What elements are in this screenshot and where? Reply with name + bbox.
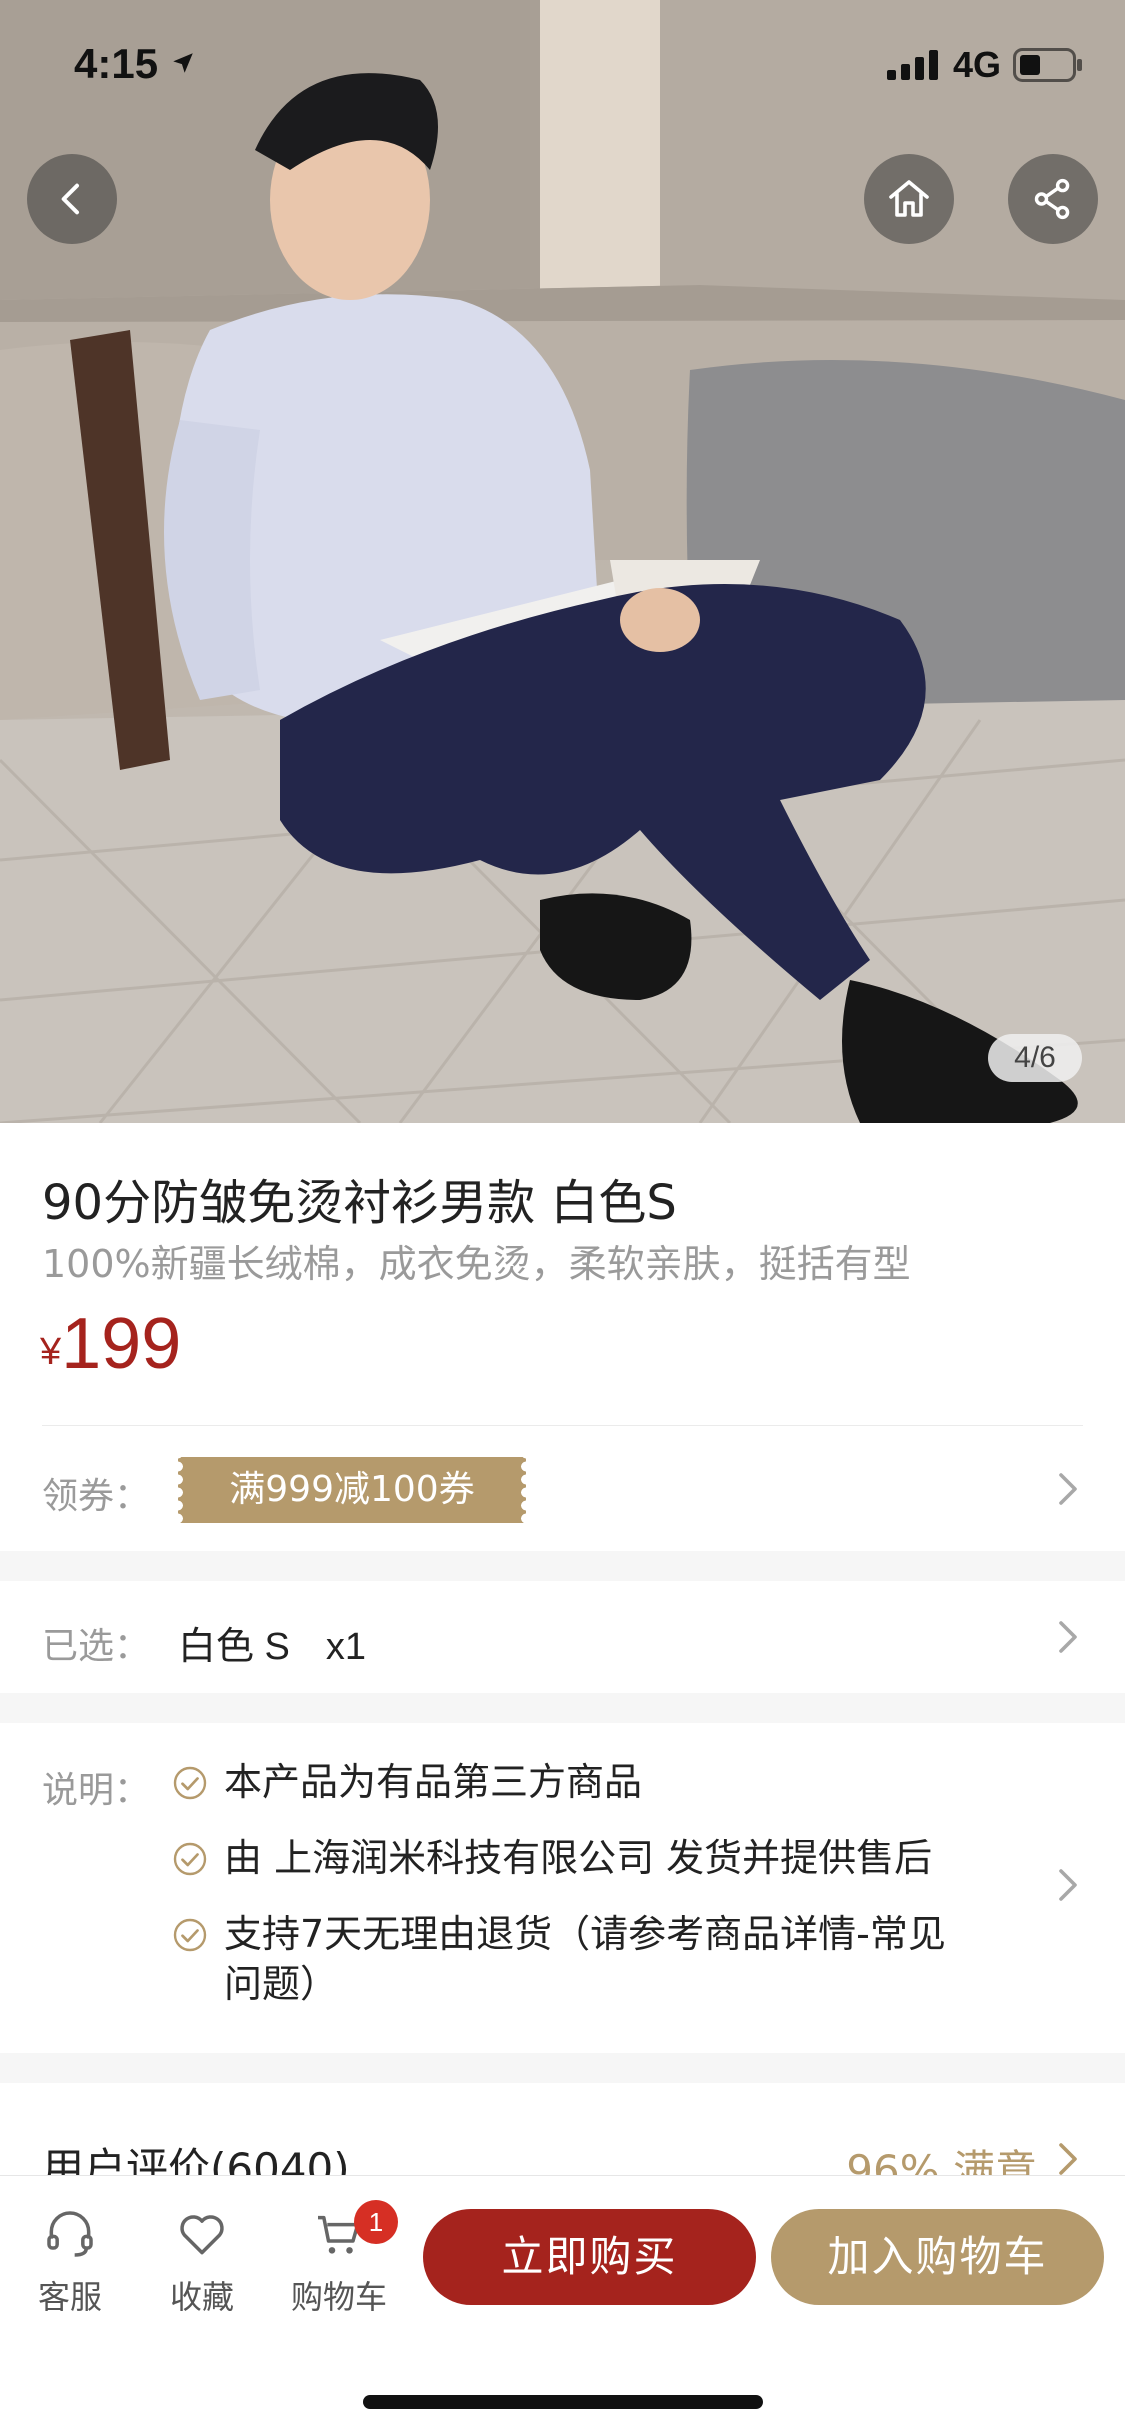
selected-quantity: x1 [325, 1626, 367, 1668]
description-row[interactable]: 说明： 本产品为有品第三方商品 由 上海润米科技有限公司 发货并提供售后 支持7… [0, 1723, 1125, 2053]
chevron-right-icon [1059, 1869, 1077, 1901]
signal-icon [886, 50, 938, 80]
home-button[interactable] [864, 154, 954, 244]
product-info: 90分防皱免烫衬衫男款 白色S 100%新疆长绒棉，成衣免烫，柔软亲肤，挺括有型… [0, 1123, 1125, 1551]
product-title: 90分防皱免烫衬衫男款 白色S [42, 1175, 677, 1231]
chevron-right-icon [1059, 1621, 1077, 1653]
home-indicator[interactable] [363, 2395, 763, 2409]
customer-service-button[interactable]: 客服 [15, 2206, 125, 2318]
cart-label: 购物车 [290, 2278, 387, 2316]
check-circle-icon [173, 1842, 207, 1876]
headset-icon [47, 2211, 93, 2257]
coupon-row[interactable]: 领券： 满999减100券 [0, 1425, 1125, 1551]
location-arrow-icon [172, 53, 193, 73]
back-chevron-icon [61, 183, 79, 215]
share-icon [1034, 178, 1070, 220]
section-separator [0, 1551, 1125, 1581]
product-photo [0, 0, 1125, 1123]
network-type: 4G [952, 44, 1001, 85]
price-currency: ¥ [40, 1331, 62, 1373]
service-label: 客服 [37, 2278, 102, 2316]
section-separator [0, 1693, 1125, 1723]
description-text: 由 上海润米科技有限公司 发货并提供售后 [224, 1836, 933, 1880]
description-item: 本产品为有品第三方商品 [172, 1757, 1012, 1807]
status-bar: 4:15 4G [0, 0, 1125, 140]
coupon-label: 领券： [42, 1476, 151, 1517]
description-item: 由 上海润米科技有限公司 发货并提供售后 [172, 1833, 1012, 1883]
battery-icon [1013, 48, 1082, 82]
status-time: 4:15 [74, 40, 196, 88]
product-detail-page: 4:15 4G 4/6 90分防皱免烫衬衫男款 白色S 100%新疆长绒棉，成衣… [0, 0, 1125, 2436]
description-text: 本产品为有品第三方商品 [224, 1760, 643, 1804]
check-circle-icon [173, 1918, 207, 1952]
status-indicators: 4G [886, 44, 1083, 86]
description-label: 说明： [42, 1770, 151, 1811]
chevron-right-icon [1059, 1473, 1077, 1505]
selected-spec-row[interactable]: 已选： 白色 S x1 [0, 1581, 1125, 1693]
heart-icon [180, 2215, 224, 2255]
product-price: ¥199 [40, 1303, 181, 1385]
check-circle-icon [173, 1766, 207, 1800]
description-item: 支持7天无理由退货（请参考商品详情-常见问题） [172, 1909, 952, 2009]
favorite-button[interactable]: 收藏 [147, 2206, 257, 2318]
product-subtitle: 100%新疆长绒棉，成衣免烫，柔软亲肤，挺括有型 [42, 1242, 911, 1286]
description-text: 支持7天无理由退货（请参考商品详情-常见问题） [224, 1912, 946, 2006]
buy-now-button[interactable]: 立即购买 [423, 2209, 756, 2305]
chevron-right-icon [1059, 2143, 1077, 2175]
favorite-label: 收藏 [169, 2278, 234, 2316]
description-list: 本产品为有品第三方商品 由 上海润米科技有限公司 发货并提供售后 支持7天无理由… [172, 1757, 1012, 2035]
product-image-carousel[interactable]: 4:15 4G 4/6 [0, 0, 1125, 1123]
home-icon [889, 180, 929, 217]
cart-badge: 1 [354, 2200, 398, 2244]
selected-label: 已选： [42, 1626, 151, 1667]
back-button[interactable] [27, 154, 117, 244]
coupon-badge[interactable]: 满999减100券 [173, 1457, 531, 1523]
price-value: 199 [61, 1304, 182, 1384]
cart-button[interactable]: 1 购物车 [284, 2200, 398, 2318]
selected-spec: 白色 S [178, 1626, 290, 1668]
add-to-cart-button[interactable]: 加入购物车 [771, 2209, 1104, 2305]
selected-value: 白色 S x1 [178, 1615, 366, 1670]
section-separator [0, 2053, 1125, 2083]
share-button[interactable] [1008, 154, 1098, 244]
image-counter: 4/6 [988, 1034, 1082, 1082]
